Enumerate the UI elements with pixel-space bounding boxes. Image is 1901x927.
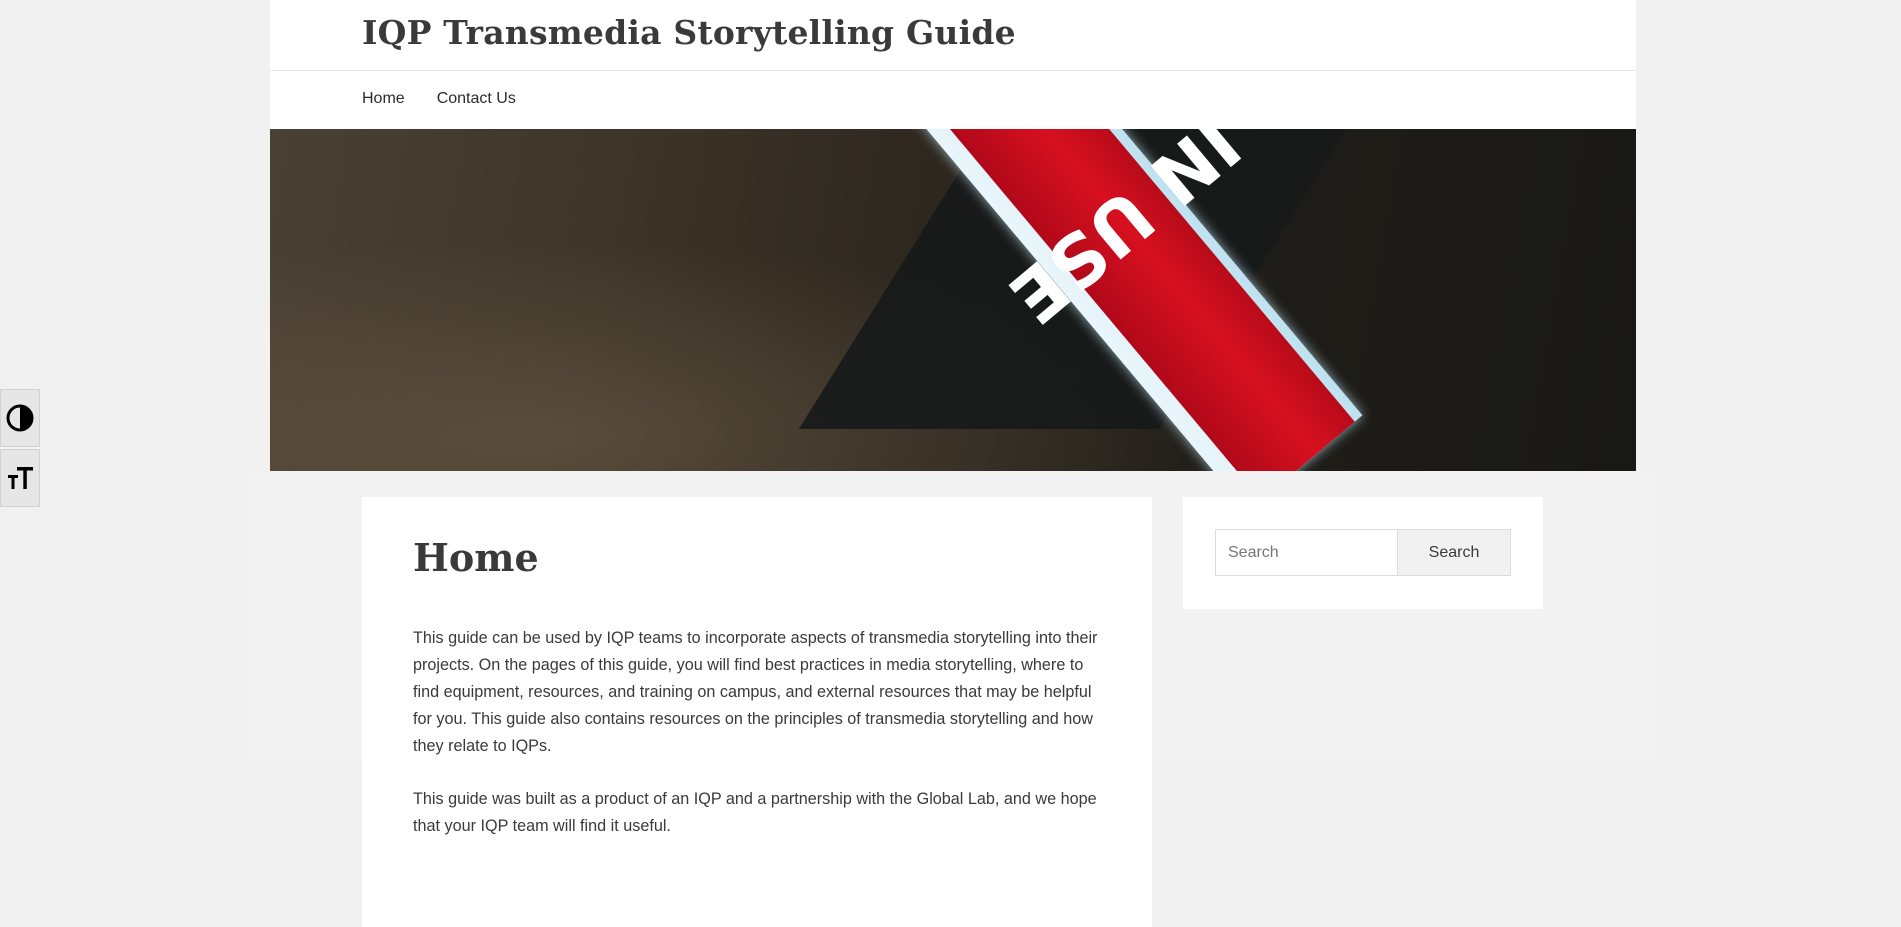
header-image: IN USE	[270, 129, 1636, 471]
contrast-toggle-button[interactable]	[0, 389, 40, 447]
text-size-toggle-button[interactable]	[0, 449, 40, 507]
search-button[interactable]: Search	[1397, 529, 1511, 576]
nav-item-home[interactable]: Home	[362, 90, 405, 108]
site-header: IQP Transmedia Storytelling Guide	[270, 0, 1636, 71]
nav-item-contact-us[interactable]: Contact Us	[437, 90, 516, 108]
text-size-icon	[8, 467, 33, 489]
content-area: Home This guide can be used by IQP teams…	[250, 471, 1656, 927]
search-input[interactable]	[1215, 529, 1397, 576]
credit-paragraph: This guide was built as a product of an …	[413, 790, 1097, 835]
main-navigation: Home Contact Us	[270, 71, 1636, 129]
site-container: IQP Transmedia Storytelling Guide Home C…	[250, 0, 1656, 927]
site-title[interactable]: IQP Transmedia Storytelling Guide	[362, 13, 1016, 52]
accessibility-toolbar	[0, 389, 40, 507]
search-widget: Search	[1183, 497, 1543, 609]
main-article: Home This guide can be used by IQP teams…	[362, 497, 1152, 927]
in-use-sign: IN USE	[790, 129, 1422, 471]
nav-list: Home Contact Us	[362, 90, 516, 108]
contrast-icon	[6, 404, 34, 432]
page-title: Home	[413, 535, 539, 580]
intro-paragraph: This guide can be used by IQP teams to i…	[413, 629, 1098, 755]
